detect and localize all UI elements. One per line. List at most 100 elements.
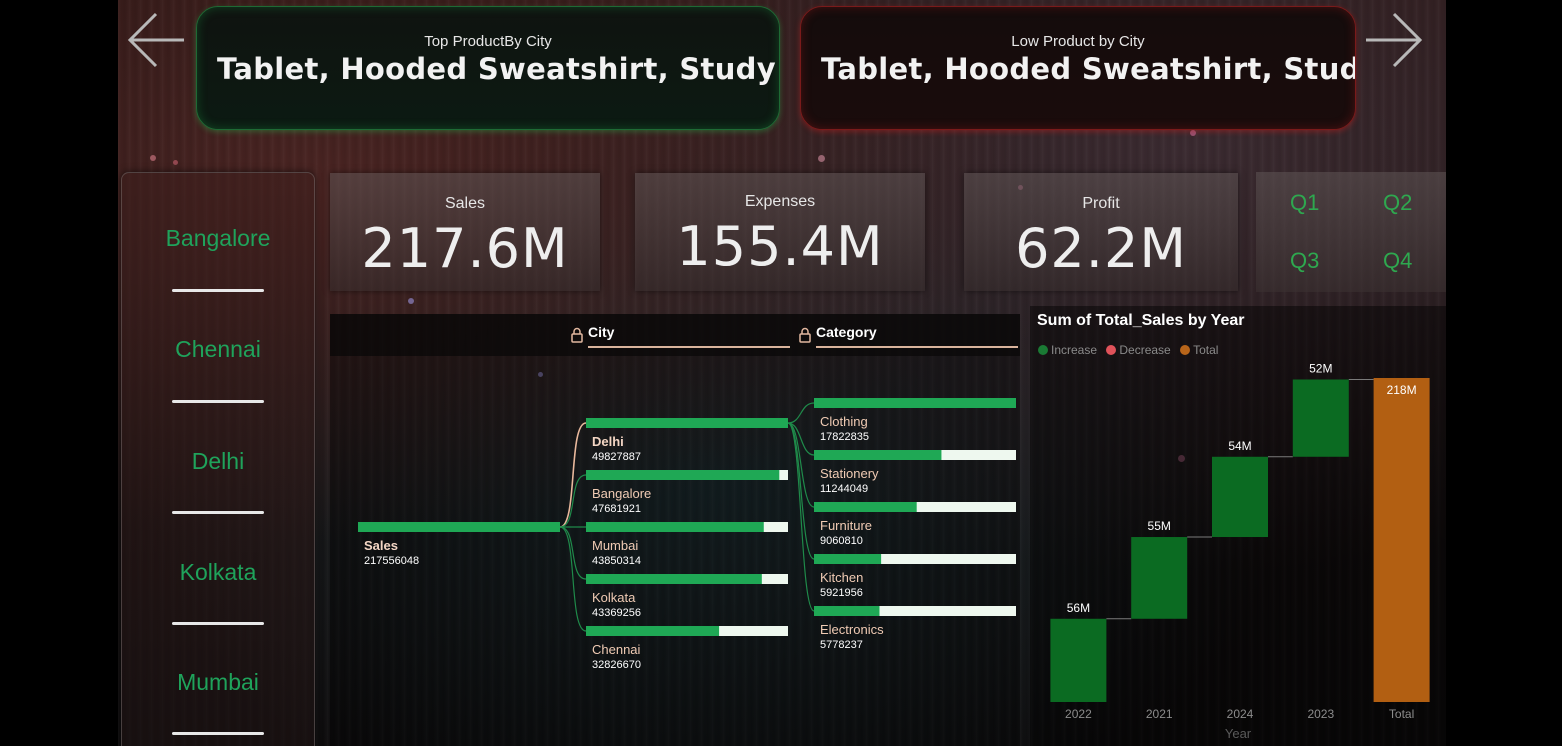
waterfall-bar[interactable] — [1292, 379, 1349, 457]
city-node-bar[interactable] — [586, 626, 720, 636]
x-tick-label: 2023 — [1307, 707, 1334, 721]
category-node-bar[interactable] — [814, 398, 1016, 408]
city-button-delhi[interactable]: Delhi — [122, 448, 314, 475]
arrow-left-icon — [127, 12, 184, 68]
tree-connector — [559, 422, 587, 528]
arrow-right-icon — [1366, 12, 1423, 68]
profit-kpi-label: Profit — [1082, 195, 1120, 212]
expenses-kpi-card: Expenses 155.4M — [635, 173, 925, 291]
category-node-value: 17822835 — [820, 431, 869, 443]
bokeh-dot — [818, 155, 825, 162]
category-node-bar[interactable] — [814, 554, 882, 564]
waterfall-bar[interactable] — [1131, 537, 1188, 619]
city-button-mumbai[interactable]: Mumbai — [122, 669, 314, 696]
tree-connector — [559, 526, 587, 580]
category-node-label: Kitchen — [820, 570, 863, 585]
tree-connector — [787, 402, 815, 424]
city-button-kolkata[interactable]: Kolkata — [122, 559, 314, 586]
category-node-bar[interactable] — [814, 450, 942, 460]
city-node-bar[interactable] — [586, 418, 788, 428]
low-product-card: Low Product by City Tablet, Hooded Sweat… — [800, 6, 1356, 130]
expenses-kpi-label: Expenses — [744, 193, 816, 210]
city-node-label: Mumbai — [592, 538, 638, 553]
category-node-label: Stationery — [820, 466, 879, 481]
city-slicer: Bangalore Chennai Delhi Kolkata Mumbai — [121, 172, 315, 746]
waterfall-bar[interactable] — [1050, 618, 1107, 702]
category-node-value: 11244049 — [820, 483, 868, 495]
root-node-bar[interactable] — [358, 522, 560, 532]
bokeh-dot — [150, 155, 156, 161]
quarter-button-q4[interactable]: Q4 — [1383, 248, 1412, 274]
waterfall-bar[interactable] — [1373, 378, 1430, 702]
top-product-card: Top ProductBy City Tablet, Hooded Sweats… — [196, 6, 780, 130]
root-node-label: Sales — [364, 538, 398, 553]
back-arrow-icon[interactable] — [126, 10, 186, 70]
city-node-value: 49827887 — [592, 451, 641, 463]
root-node-value: 217556048 — [364, 555, 419, 567]
city-node-bar[interactable] — [586, 470, 780, 480]
category-node-label: Clothing — [820, 414, 868, 429]
divider — [172, 622, 264, 625]
right-black-margin — [1446, 0, 1562, 746]
category-node-label: Electronics — [820, 622, 884, 637]
waterfall-chart-panel: Sum of Total_Sales by Year Increase Decr… — [1030, 306, 1446, 746]
low-product-value: Tablet, Hooded Sweatshirt, Study... — [821, 52, 1355, 86]
quarter-slicer: Q1 Q2 Q3 Q4 — [1256, 172, 1446, 292]
city-button-bangalore[interactable]: Bangalore — [122, 225, 314, 252]
profit-kpi-value: 62.2M — [1015, 217, 1187, 280]
tree-canvas: Sales 217556048 Delhi 49827887 Bangalore 4768… — [358, 398, 1016, 671]
forward-arrow-icon[interactable] — [1364, 10, 1424, 70]
top-product-label: Top ProductBy City — [424, 33, 552, 50]
divider — [172, 732, 264, 735]
bokeh-dot — [408, 298, 414, 304]
quarter-button-q2[interactable]: Q2 — [1383, 190, 1412, 216]
divider — [172, 511, 264, 514]
category-node-bar[interactable] — [814, 502, 917, 512]
profit-kpi-card: Profit 62.2M — [964, 173, 1238, 291]
city-node-label: Kolkata — [592, 590, 636, 605]
x-tick-label: Total — [1389, 707, 1414, 721]
city-node-value: 47681921 — [592, 503, 641, 515]
tree-connector — [559, 526, 587, 632]
category-node-value: 5778237 — [820, 639, 863, 651]
city-node-bar[interactable] — [586, 574, 762, 584]
x-tick-label: 2021 — [1146, 707, 1173, 721]
city-node-value: 43369256 — [592, 607, 641, 619]
divider — [172, 289, 264, 292]
left-black-margin — [0, 0, 118, 746]
x-axis-title: Year — [1225, 726, 1252, 741]
city-node-label: Delhi — [592, 434, 624, 449]
quarter-button-q3[interactable]: Q3 — [1290, 248, 1319, 274]
data-label: 55M — [1148, 519, 1171, 533]
quarter-button-q1[interactable]: Q1 — [1290, 190, 1319, 216]
x-tick-label: 2024 — [1227, 707, 1254, 721]
city-node-bar[interactable] — [586, 522, 764, 532]
bokeh-dot — [1190, 130, 1196, 136]
dashboard-canvas: Top ProductBy City Tablet, Hooded Sweats… — [118, 0, 1446, 746]
waterfall-bar[interactable] — [1212, 456, 1268, 538]
expenses-kpi-value: 155.4M — [676, 215, 884, 278]
tree-connector — [787, 422, 815, 560]
city-node-value: 43850314 — [592, 555, 641, 567]
category-node-value: 5921956 — [820, 587, 863, 599]
data-label: 56M — [1067, 601, 1090, 615]
city-node-value: 32826670 — [592, 659, 641, 671]
category-node-value: 9060810 — [820, 535, 863, 547]
x-tick-label: 2022 — [1065, 707, 1092, 721]
sales-kpi-value: 217.6M — [361, 217, 569, 280]
bokeh-dot — [173, 160, 178, 165]
tree-connector — [787, 422, 815, 612]
top-product-value: Tablet, Hooded Sweatshirt, Study Des... — [217, 52, 779, 86]
divider — [172, 400, 264, 403]
sales-kpi-card: Sales 217.6M — [330, 173, 600, 291]
waterfall-plot: 56M 2022 55M 2021 54M 2024 52M 2023 218M Total Yea… — [1050, 361, 1430, 741]
data-label: 218M — [1387, 383, 1417, 397]
category-node-label: Furniture — [820, 518, 872, 533]
data-label: 54M — [1228, 439, 1251, 453]
category-node-bar[interactable] — [814, 606, 880, 616]
city-node-label: Chennai — [592, 642, 641, 657]
sales-kpi-label: Sales — [444, 195, 486, 212]
city-button-chennai[interactable]: Chennai — [122, 336, 314, 363]
decomposition-tree: City Category Sales 217556048 Delhi 4982788… — [330, 314, 1020, 746]
data-label: 52M — [1309, 361, 1332, 375]
